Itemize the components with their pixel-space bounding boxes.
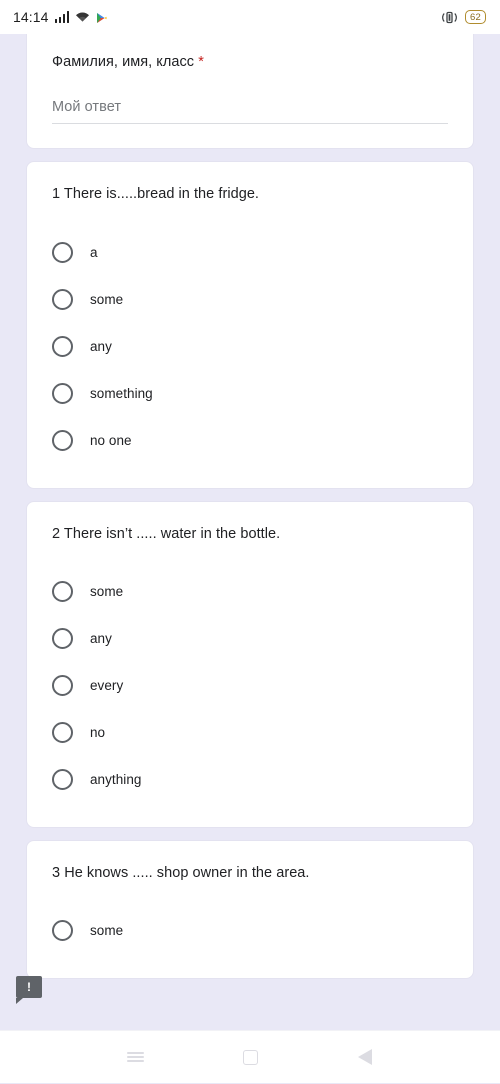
option-row[interactable]: every xyxy=(52,662,448,709)
option-group: a some any something no one xyxy=(52,229,448,464)
question-title: 3 He knows ..... shop owner in the area. xyxy=(52,864,310,881)
back-icon[interactable] xyxy=(308,1031,423,1084)
short-answer-input[interactable]: Мой ответ xyxy=(52,98,448,125)
status-clock: 14:14 xyxy=(13,9,49,25)
radio-icon[interactable] xyxy=(52,241,73,263)
short-answer-placeholder: Мой ответ xyxy=(52,99,122,116)
radio-icon[interactable] xyxy=(52,674,73,696)
form-card-question-1: 1 There is.....bread in the fridge. a so… xyxy=(26,161,474,489)
radio-icon[interactable] xyxy=(52,429,73,451)
option-row[interactable]: no one xyxy=(52,417,448,464)
option-row[interactable]: any xyxy=(52,615,448,662)
radio-icon[interactable] xyxy=(52,627,73,649)
signal-icon xyxy=(54,11,70,23)
radio-icon[interactable] xyxy=(52,768,73,790)
option-label: no xyxy=(90,724,106,740)
question-text: Фамилия, имя, класс xyxy=(52,54,195,70)
option-row[interactable]: a xyxy=(52,229,448,276)
option-label: some xyxy=(90,583,124,599)
option-row[interactable]: some xyxy=(52,907,448,954)
option-label: something xyxy=(90,385,153,401)
radio-icon[interactable] xyxy=(52,288,73,310)
option-label: some xyxy=(90,291,124,307)
option-label: a xyxy=(90,244,98,260)
option-row[interactable]: something xyxy=(52,370,448,417)
form-card-question-3: 3 He knows ..... shop owner in the area.… xyxy=(26,839,474,980)
status-bar-right: 62 xyxy=(441,10,486,24)
status-bar: 14:14 62 xyxy=(0,0,500,34)
option-row[interactable]: some xyxy=(52,276,448,323)
radio-icon[interactable] xyxy=(52,335,73,357)
wifi-icon xyxy=(75,11,90,23)
question-title: 2 There isn’t ..... water in the bottle. xyxy=(52,525,281,542)
option-label: any xyxy=(90,338,112,354)
option-label: every xyxy=(90,677,124,693)
form-card-name: Фамилия, имя, класс * Мой ответ xyxy=(26,34,474,150)
form-scroll-area[interactable]: Фамилия, имя, класс * Мой ответ 1 There … xyxy=(0,34,500,1030)
option-row[interactable]: any xyxy=(52,323,448,370)
question-title: Фамилия, имя, класс * xyxy=(52,52,448,72)
vibrate-icon xyxy=(441,11,458,24)
feedback-bubble-icon[interactable]: ! xyxy=(16,976,42,1004)
recents-icon[interactable] xyxy=(78,1031,193,1084)
option-label: any xyxy=(90,630,112,646)
status-bar-left: 14:14 xyxy=(13,9,107,25)
home-icon[interactable] xyxy=(193,1031,308,1084)
feedback-exclamation: ! xyxy=(27,980,31,994)
option-row[interactable]: anything xyxy=(52,756,448,803)
option-row[interactable]: no xyxy=(52,709,448,756)
option-group: some xyxy=(52,907,448,954)
battery-icon: 62 xyxy=(465,10,486,24)
option-label: some xyxy=(90,923,124,939)
form-card-question-2: 2 There isn’t ..... water in the bottle.… xyxy=(26,500,474,828)
radio-icon[interactable] xyxy=(52,382,73,404)
radio-icon[interactable] xyxy=(52,920,73,942)
option-group: some any every no anything xyxy=(52,568,448,803)
android-nav-bar xyxy=(0,1030,500,1083)
option-row[interactable]: some xyxy=(52,568,448,615)
play-store-icon xyxy=(96,11,107,23)
option-label: no one xyxy=(90,432,132,448)
radio-icon[interactable] xyxy=(52,721,73,743)
radio-icon[interactable] xyxy=(52,580,73,602)
option-label: anything xyxy=(90,771,142,787)
required-asterisk: * xyxy=(198,54,204,70)
question-title: 1 There is.....bread in the fridge. xyxy=(52,186,260,203)
